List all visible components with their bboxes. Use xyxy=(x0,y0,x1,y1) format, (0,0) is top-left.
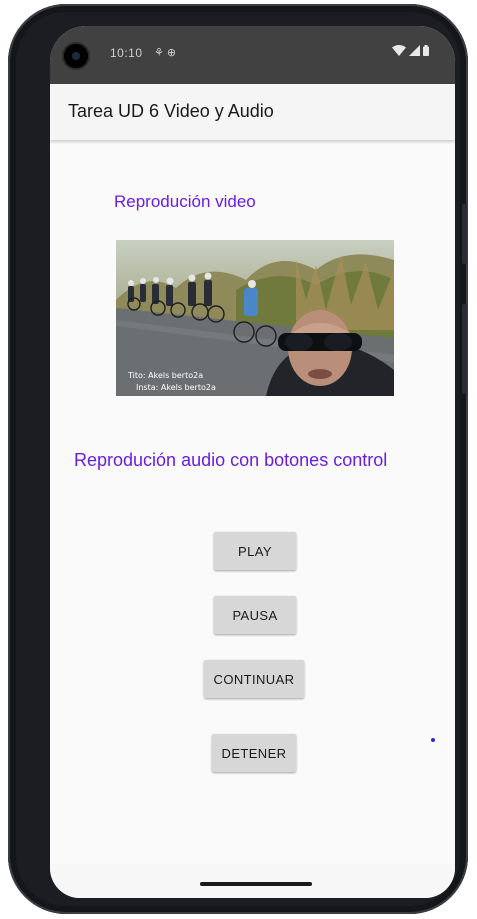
phone-frame: 10:10 ⚘ ⊕ Tarea UD 6 Video y Audio Repro… xyxy=(8,4,468,914)
navigation-bar xyxy=(50,864,455,898)
status-bar: 10:10 ⚘ ⊕ xyxy=(50,26,455,84)
video-heading: Reprodución video xyxy=(114,192,256,211)
notification-icons: ⚘ ⊕ xyxy=(154,47,177,59)
indicator-dot xyxy=(431,738,435,742)
volume-button xyxy=(462,204,467,264)
signal-icon xyxy=(409,45,420,56)
video-overlay-line2: Insta: Akels berto2a xyxy=(136,383,216,392)
video-frame-image: Tito: Akels berto2a Insta: Akels berto2a xyxy=(116,240,394,396)
resume-button[interactable]: CONTINUAR xyxy=(204,660,304,698)
video-overlay-line1: Tito: Akels berto2a xyxy=(127,371,203,380)
phone-screen: 10:10 ⚘ ⊕ Tarea UD 6 Video y Audio Repro… xyxy=(50,26,455,898)
status-time: 10:10 xyxy=(110,46,143,60)
play-button[interactable]: PLAY xyxy=(214,532,296,570)
power-button xyxy=(462,304,467,394)
app-title: Tarea UD 6 Video y Audio xyxy=(68,101,274,121)
wifi-icon xyxy=(392,45,406,56)
battery-icon xyxy=(423,45,429,56)
audio-heading: Reprodución audio con botones control xyxy=(74,450,388,470)
pause-button[interactable]: PAUSA xyxy=(214,596,296,634)
system-icons xyxy=(392,45,429,56)
stop-button[interactable]: DETENER xyxy=(212,734,296,772)
home-gesture-bar[interactable] xyxy=(200,882,312,886)
app-bar: Tarea UD 6 Video y Audio xyxy=(50,84,455,140)
video-player[interactable]: Tito: Akels berto2a Insta: Akels berto2a xyxy=(116,240,394,396)
front-camera xyxy=(64,44,88,68)
